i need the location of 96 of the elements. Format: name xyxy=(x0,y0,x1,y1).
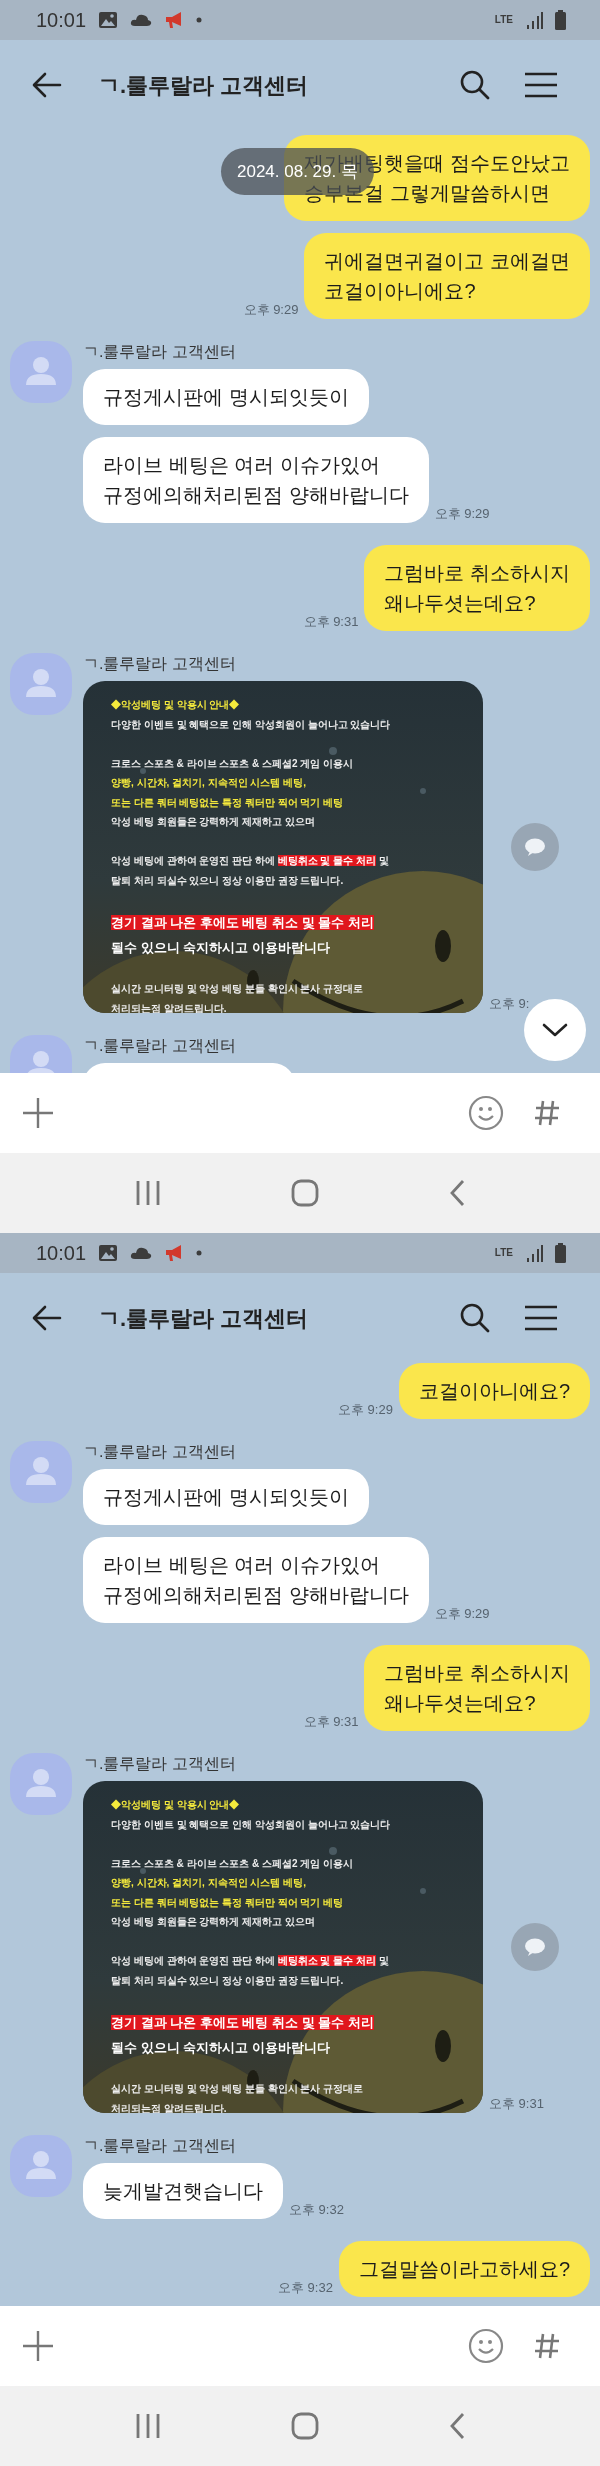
sender-name: ㄱ.룰루랄라 고객센터 xyxy=(83,1754,236,1774)
avatar-icon xyxy=(10,341,72,403)
image-icon xyxy=(98,11,119,29)
notice-line: 처리되는점 알려드립니다. xyxy=(111,1001,227,1013)
notice-line: 처리되는점 알려드립니다. xyxy=(111,2101,227,2113)
recent-apps-icon[interactable] xyxy=(135,2413,161,2439)
message-time: 오후 9:32 xyxy=(289,2202,344,2219)
notice-line: 될수 있으니 숙지하시고 이용바랍니다 xyxy=(111,938,330,957)
back-arrow-icon xyxy=(32,72,62,98)
message-time: 오후 9:29 xyxy=(337,1402,393,1419)
message-bubble: 그럼바로 취소하시지 왜나두셧는데요? xyxy=(364,1645,590,1731)
status-time: 10:01 xyxy=(36,1241,87,1266)
sender-name: ㄱ.룰루랄라 고객센터 xyxy=(83,2136,236,2156)
notice-line: 악성 베팅 회원들은 강력하게 제재하고 있으며 xyxy=(111,1915,315,1929)
message-time: 오후 9:31 xyxy=(303,1714,359,1731)
message-time: 오후 9:32 xyxy=(277,2280,333,2297)
dot-icon xyxy=(196,1250,203,1256)
back-icon[interactable] xyxy=(449,1179,465,1207)
smiley-icon[interactable] xyxy=(468,1095,504,1131)
message-bubble: 코걸이아니에요? xyxy=(398,1363,590,1419)
home-icon[interactable] xyxy=(291,2412,319,2440)
message-time: 오후 9:29 xyxy=(434,1606,490,1623)
network-label: LTE xyxy=(494,1248,513,1258)
recent-apps-icon[interactable] xyxy=(135,1180,161,1206)
notice-line: 악성 베팅에 관하여 운영진 판단 하에 베팅취소 및 몰수 처리 및 xyxy=(111,854,389,868)
notice-line: 양빵, 시간차, 걸치기, 지속적인 시스템 베팅, xyxy=(111,1876,306,1890)
notice-line: 다양한 이벤트 및 혜택으로 인해 악성회원이 늘어나고 있습니다 xyxy=(111,717,391,732)
cloud-icon xyxy=(130,1246,153,1260)
message-time: 오후 9:29 xyxy=(434,506,490,523)
message-bubble: 늦게발견햇습니다 xyxy=(83,2163,283,2219)
message-time: 오후 9:31 xyxy=(303,614,359,631)
network-label: LTE xyxy=(494,15,513,25)
image-icon xyxy=(98,1244,119,1262)
menu-icon xyxy=(524,1305,558,1331)
message-time: 오후 9:31 xyxy=(489,2096,544,2113)
notice-line: 또는 다른 쿼터 베팅없는 특정 쿼터만 찍어 먹기 베팅 xyxy=(111,795,344,810)
plus-icon[interactable] xyxy=(22,2330,54,2362)
menu-button[interactable] xyxy=(524,72,558,98)
message-time: 오후 9:29 xyxy=(243,302,299,319)
smiley-icon[interactable] xyxy=(468,2328,504,2364)
speech-bubble-icon xyxy=(524,838,546,856)
battery-icon xyxy=(555,1243,566,1263)
chat-title: ㄱ.룰루랄라 고객센터 xyxy=(98,71,309,100)
sender-name: ㄱ.룰루랄라 고객센터 xyxy=(83,1036,236,1056)
chevron-down-icon xyxy=(542,1023,568,1037)
message-bubble: 귀에걸면귀걸이고 코에걸면 코걸이아니에요? xyxy=(304,233,590,319)
notice-line: 크로스 스포츠 & 라이브 스포츠 & 스페셜2 게임 이용시 xyxy=(111,1856,354,1871)
notice-line: 악성 베팅에 관하여 운영진 판단 하에 베팅취소 및 몰수 처리 및 xyxy=(111,1954,389,1968)
message-bubble: 라이브 베팅은 여러 이슈가있어 규정에의해처리된점 양해바랍니다 xyxy=(83,437,429,523)
message-bubble: 규정게시판에 명시되잇듯이 xyxy=(83,1469,369,1525)
avatar-icon xyxy=(10,653,72,715)
notice-line: 탈퇴 처리 되실수 있으니 정상 이용만 권장 드립니다. xyxy=(111,1973,344,1988)
plus-icon[interactable] xyxy=(22,1097,54,1129)
back-icon[interactable] xyxy=(449,2412,465,2440)
signal-icon xyxy=(525,11,543,29)
notice-line: 양빵, 시간차, 걸치기, 지속적인 시스템 베팅, xyxy=(111,776,306,790)
notice-line: ◆악성베팅 및 악용시 안내◆ xyxy=(111,1798,240,1812)
notice-line: 또는 다른 쿼터 베팅없는 특정 쿼터만 찍어 먹기 베팅 xyxy=(111,1895,344,1910)
message-bubble: 규정게시판에 명시되잇듯이 xyxy=(83,369,369,425)
dot-icon xyxy=(196,17,203,23)
notice-line: 실시간 모니터링 및 악성 베팅 분들 확인시 본사 규정대로 xyxy=(111,982,364,996)
message-bubble: 그걸말씀이라고하세요? xyxy=(338,2241,590,2297)
status-time: 10:01 xyxy=(36,8,87,33)
notice-line: 다양한 이벤트 및 혜택으로 인해 악성회원이 늘어나고 있습니다 xyxy=(111,1817,391,1832)
hashtag-icon[interactable] xyxy=(534,2332,560,2360)
back-button[interactable] xyxy=(32,1305,62,1331)
notice-line: 악성 베팅 회원들은 강력하게 제재하고 있으며 xyxy=(111,815,315,829)
notice-line: 크로스 스포츠 & 라이브 스포츠 & 스페셜2 게임 이용시 xyxy=(111,756,354,771)
menu-button[interactable] xyxy=(524,1305,558,1331)
battery-icon xyxy=(555,10,566,30)
notice-line: 될수 있으니 숙지하시고 이용바랍니다 xyxy=(111,2038,330,2057)
sender-name: ㄱ.룰루랄라 고객센터 xyxy=(83,342,236,362)
chat-title: ㄱ.룰루랄라 고객센터 xyxy=(98,1304,309,1333)
avatar-icon xyxy=(10,2135,72,2197)
message-bubble: 라이브 베팅은 여러 이슈가있어 규정에의해처리된점 양해바랍니다 xyxy=(83,1537,429,1623)
speech-bubble-icon xyxy=(524,1938,546,1956)
search-button[interactable] xyxy=(460,70,490,100)
notice-line: 탈퇴 처리 되실수 있으니 정상 이용만 권장 드립니다. xyxy=(111,873,344,888)
notice-line: ◆악성베팅 및 악용시 안내◆ xyxy=(111,698,240,712)
signal-icon xyxy=(525,1244,543,1262)
cloud-icon xyxy=(130,13,153,27)
avatar-icon xyxy=(10,1753,72,1815)
hashtag-icon[interactable] xyxy=(534,1099,560,1127)
message-time: 오후 9: xyxy=(489,996,530,1013)
message-bubble: 그럼바로 취소하시지 왜나두셧는데요? xyxy=(364,545,590,631)
back-button[interactable] xyxy=(32,72,62,98)
menu-icon xyxy=(524,72,558,98)
back-arrow-icon xyxy=(32,1305,62,1331)
notice-line: 실시간 모니터링 및 악성 베팅 분들 확인시 본사 규정대로 xyxy=(111,2082,364,2096)
home-icon[interactable] xyxy=(291,1179,319,1207)
sender-name: ㄱ.룰루랄라 고객센터 xyxy=(83,654,236,674)
search-icon xyxy=(460,1303,490,1333)
search-button[interactable] xyxy=(460,1303,490,1333)
avatar-icon xyxy=(10,1441,72,1503)
search-icon xyxy=(460,70,490,100)
sender-name: ㄱ.룰루랄라 고객센터 xyxy=(83,1442,236,1462)
